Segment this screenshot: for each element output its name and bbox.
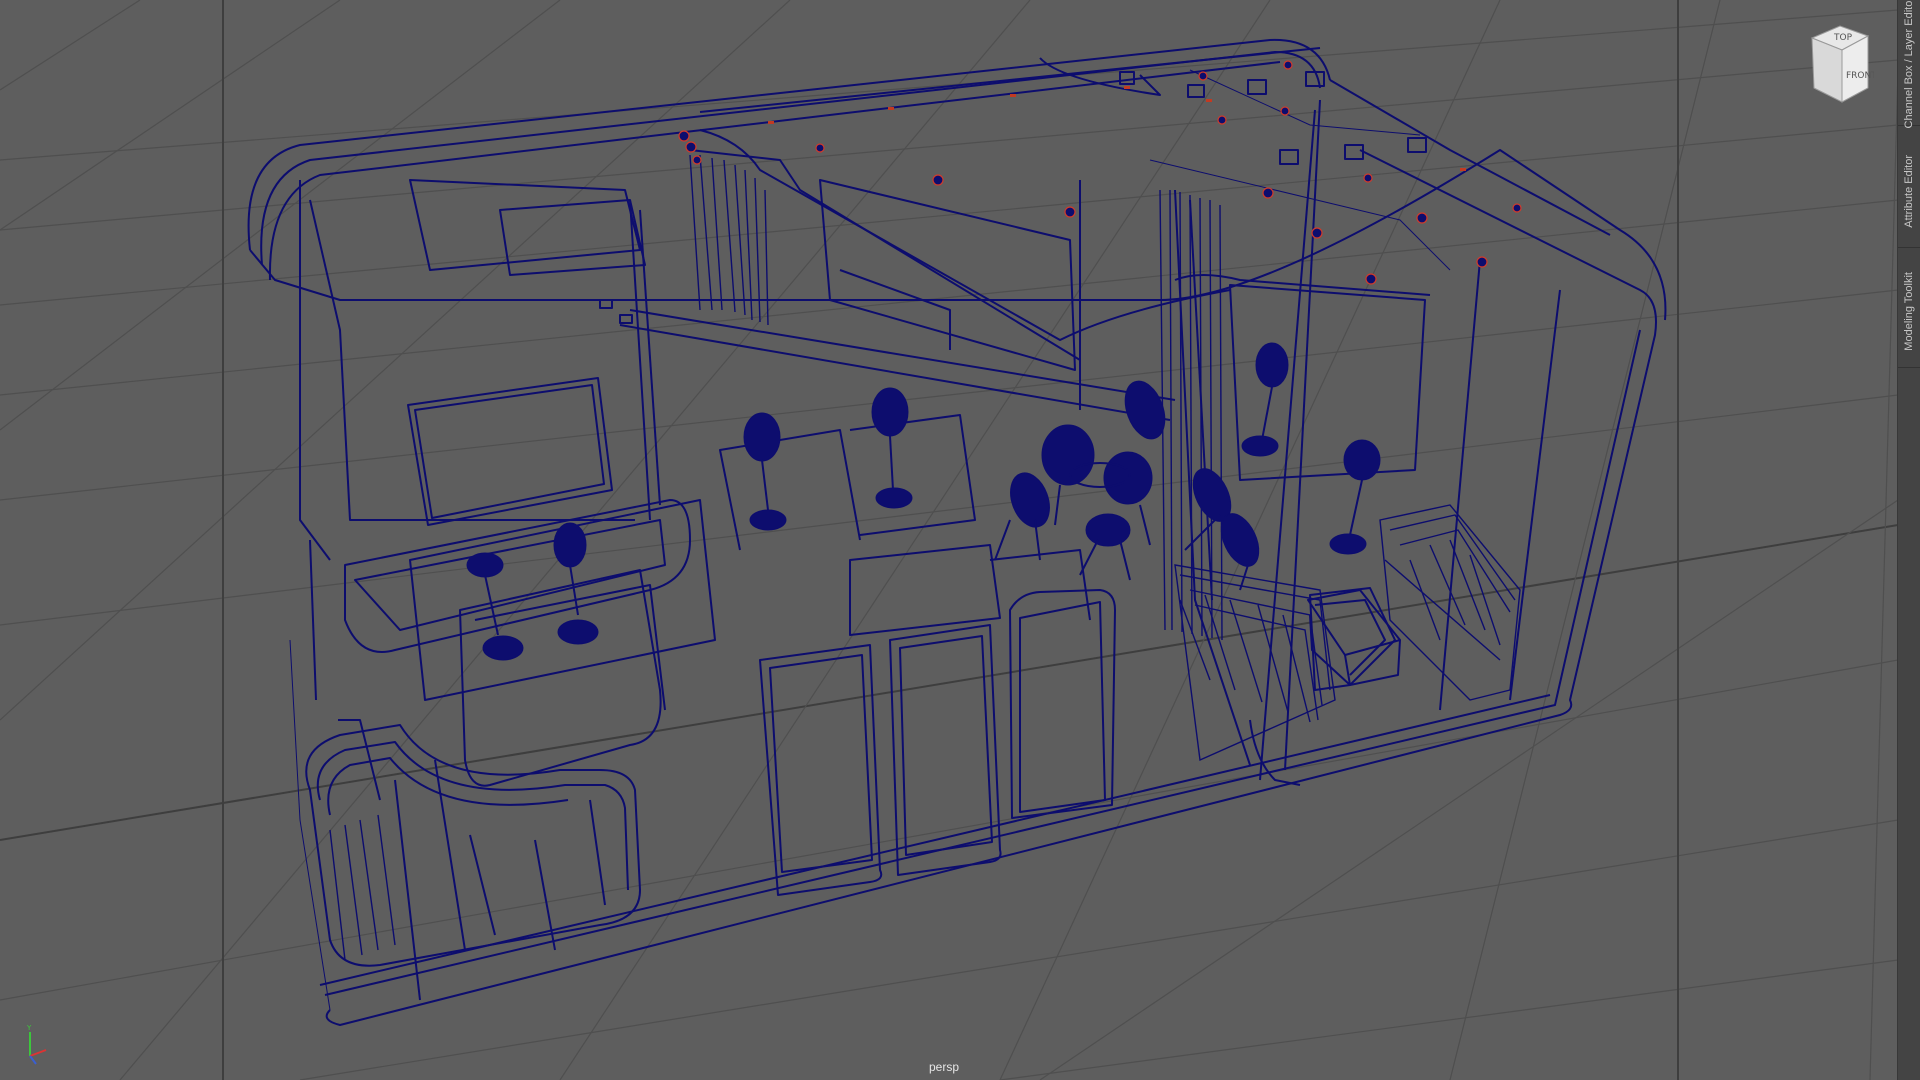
tab-modeling-toolkit[interactable]: Modeling Toolkit: [1898, 255, 1920, 368]
tab-channel-box[interactable]: Channel Box / Layer Editor: [1898, 0, 1920, 129]
chairs: [994, 380, 1260, 591]
scene-wireframe[interactable]: [0, 0, 1898, 1080]
tab-label: Attribute Editor: [1903, 154, 1915, 228]
svg-text:Y: Y: [26, 1024, 32, 1032]
camera-label: persp: [929, 1060, 960, 1074]
left-bar-counter: [344, 499, 716, 787]
bar-stools: [466, 342, 1381, 661]
tab-label: Modeling Toolkit: [1903, 271, 1915, 351]
perspective-viewport[interactable]: FRONT TOP Y persp: [0, 0, 1898, 1080]
wall-frames: [299, 99, 1561, 781]
svg-text:TOP: TOP: [1833, 33, 1853, 43]
view-cube-icon[interactable]: FRONT TOP: [1806, 22, 1874, 106]
side-panel-tabs: Channel Box / Layer Editor Attribute Edi…: [1897, 0, 1920, 1080]
ground-grid: [0, 0, 1898, 1080]
svg-text:FRONT: FRONT: [1846, 71, 1874, 81]
tab-label: Channel Box / Layer Editor: [1903, 0, 1915, 129]
axis-gizmo-icon: Y: [26, 1024, 47, 1065]
ceiling-frame: [247, 38, 1667, 361]
tab-attribute-editor[interactable]: Attribute Editor: [1898, 135, 1920, 248]
